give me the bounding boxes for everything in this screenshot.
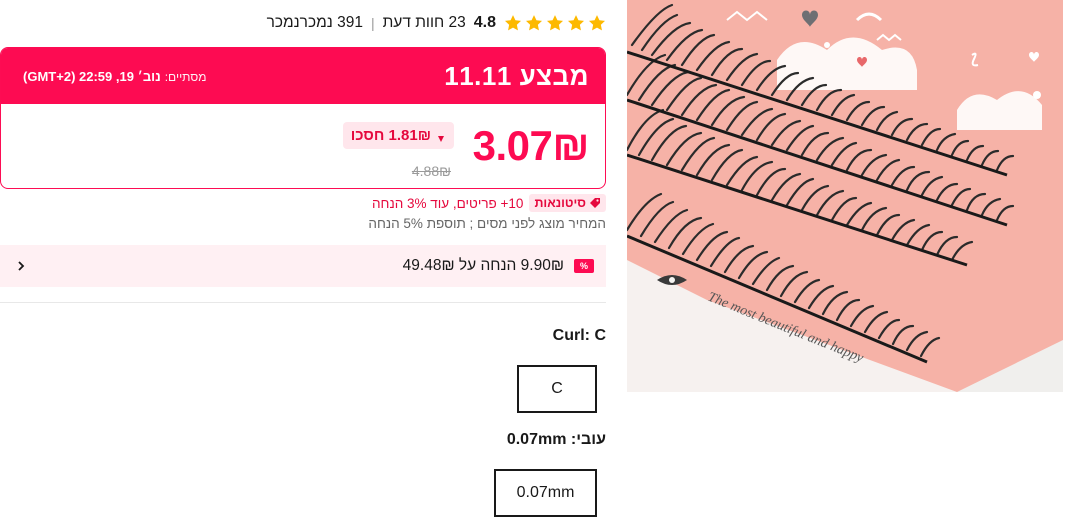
rating-value: 4.8 — [473, 14, 496, 31]
star-icon — [588, 14, 606, 32]
thickness-option-007[interactable]: 0.07mm — [494, 469, 597, 517]
coupon-row[interactable]: % 9.90₪ הנחה על 49.48₪ — [0, 245, 606, 287]
star-icon — [567, 14, 585, 32]
coupon-text: 9.90₪ הנחה על 49.48₪ — [402, 257, 564, 274]
star-icon — [504, 14, 522, 32]
product-image[interactable]: The most beautiful and happy — [627, 0, 1063, 392]
bulk-row: סיטונאות 10+ פריטים, עוד 3% הנחה — [300, 193, 606, 213]
deal-timer-label: מסתיים: — [164, 69, 207, 84]
curl-label-value: C — [594, 327, 606, 344]
star-icon — [546, 14, 564, 32]
tag-icon — [589, 197, 601, 209]
deal-body: 3.07₪ 1.81₪ חסכו 4.88₪ — [1, 104, 605, 188]
rating-stars — [504, 14, 606, 32]
section-divider — [0, 302, 606, 303]
deal-header: מבצע 11.11 מסתיים: נוב׳ 19, 22:59 (GMT+2… — [1, 48, 605, 104]
bulk-text: 10+ פריטים, עוד 3% הנחה — [372, 195, 524, 211]
chevron-right-icon[interactable] — [14, 259, 28, 273]
current-price: 3.07₪ — [472, 122, 590, 169]
deal-card: מבצע 11.11 מסתיים: נוב׳ 19, 22:59 (GMT+2… — [0, 47, 606, 189]
rating-row: 4.8 23 חוות דעת | 391 נמכרנמכר — [0, 10, 606, 36]
reviews-link[interactable]: 23 חוות דעת — [383, 14, 466, 32]
save-badge: 1.81₪ חסכו — [342, 122, 454, 149]
coupon-percent-icon: % — [574, 259, 594, 273]
thickness-label-key: עובי: — [570, 431, 606, 448]
deal-timer-value: נוב׳ 19, 22:59 (GMT+2) — [23, 68, 161, 84]
save-badge-text: 1.81₪ חסכו — [350, 127, 431, 144]
bulk-badge-text: סיטונאות — [534, 196, 586, 210]
old-price: 4.88₪ — [411, 163, 451, 179]
arrow-down-icon — [436, 131, 446, 142]
curl-label-key: Curl: — [552, 327, 590, 344]
thickness-option-label: עובי: 0.07mm — [0, 431, 606, 449]
deal-title: מבצע 11.11 — [444, 60, 589, 91]
star-icon — [525, 14, 543, 32]
bulk-badge: סיטונאות — [529, 194, 606, 212]
deal-timer: מסתיים: נוב׳ 19, 22:59 (GMT+2) — [23, 69, 206, 84]
thickness-label-value: 0.07mm — [506, 431, 567, 448]
tax-note: המחיר מוצג לפני מסים ; תוספת 5% הנחה — [368, 216, 606, 231]
rating-divider: | — [370, 15, 375, 31]
sold-count: 391 נמכרנמכר — [266, 14, 363, 31]
curl-option-label: Curl: C — [0, 327, 606, 345]
curl-option-c[interactable]: C — [517, 365, 597, 413]
